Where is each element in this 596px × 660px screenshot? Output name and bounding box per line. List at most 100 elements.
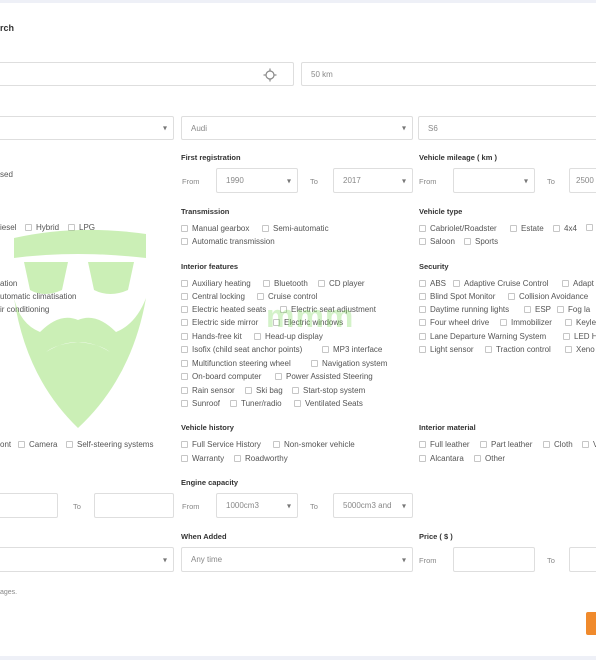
- security-option[interactable]: Immobilizer: [500, 318, 552, 327]
- checkbox[interactable]: [181, 346, 188, 353]
- interior-feature-option[interactable]: Tuner/radio: [230, 399, 282, 408]
- security-option[interactable]: Light sensor: [419, 345, 474, 354]
- checkbox[interactable]: [292, 387, 299, 394]
- vehicle-history-option[interactable]: Full Service History: [181, 440, 261, 449]
- checkbox[interactable]: [280, 306, 287, 313]
- checkbox[interactable]: [419, 346, 426, 353]
- checkbox[interactable]: [273, 441, 280, 448]
- security-option[interactable]: Keyle: [565, 318, 596, 327]
- checkbox[interactable]: [419, 280, 426, 287]
- security-option[interactable]: ESP: [524, 305, 551, 314]
- checkbox[interactable]: [68, 224, 75, 231]
- security-option[interactable]: LED H: [563, 332, 596, 341]
- interior-material-option[interactable]: V: [582, 440, 596, 449]
- search-button[interactable]: [586, 612, 596, 635]
- interior-material-option[interactable]: Other: [474, 454, 505, 463]
- checkbox[interactable]: [565, 319, 572, 326]
- checkbox[interactable]: [419, 455, 426, 462]
- checkbox[interactable]: [419, 238, 426, 245]
- checkbox[interactable]: [254, 333, 261, 340]
- checkbox[interactable]: [553, 225, 560, 232]
- checkbox[interactable]: [25, 224, 32, 231]
- checkbox[interactable]: [273, 319, 280, 326]
- checkbox[interactable]: [322, 346, 329, 353]
- checkbox[interactable]: [419, 441, 426, 448]
- checkbox[interactable]: [586, 224, 593, 231]
- first-registration-to-select[interactable]: 2017: [333, 168, 413, 193]
- checkbox[interactable]: [234, 455, 241, 462]
- interior-feature-option[interactable]: Multifunction steering wheel: [181, 359, 291, 368]
- checkbox[interactable]: [419, 333, 426, 340]
- security-option[interactable]: Adapt: [562, 279, 594, 288]
- checkbox[interactable]: [464, 238, 471, 245]
- checkbox[interactable]: [181, 387, 188, 394]
- interior-material-option[interactable]: Alcantara: [419, 454, 464, 463]
- engine-capacity-to-select[interactable]: 5000cm3 and: [333, 493, 413, 518]
- interior-feature-option[interactable]: Sunroof: [181, 399, 220, 408]
- checkbox[interactable]: [419, 306, 426, 313]
- security-option[interactable]: Xeno: [565, 345, 595, 354]
- checkbox[interactable]: [524, 306, 531, 313]
- vehicle-history-option[interactable]: Warranty: [181, 454, 224, 463]
- checkbox[interactable]: [311, 360, 318, 367]
- first-registration-from-select[interactable]: 1990: [216, 168, 298, 193]
- interior-feature-option[interactable]: Ski bag: [245, 386, 283, 395]
- interior-feature-option[interactable]: Rain sensor: [181, 386, 235, 395]
- checkbox[interactable]: [181, 293, 188, 300]
- interior-feature-option[interactable]: CD player: [318, 279, 365, 288]
- checkbox[interactable]: [181, 373, 188, 380]
- fuel-option[interactable]: Hybrid: [25, 223, 59, 232]
- vehicle-type-option[interactable]: 4x4: [553, 224, 577, 233]
- mileage-to-select[interactable]: 2500: [569, 168, 596, 193]
- parking-option[interactable]: Camera: [18, 440, 57, 449]
- interior-material-option[interactable]: Full leather: [419, 440, 470, 449]
- vehicle-type-option-partial[interactable]: [586, 224, 593, 231]
- checkbox[interactable]: [318, 280, 325, 287]
- security-option[interactable]: Fog la: [557, 305, 590, 314]
- interior-feature-option[interactable]: Isofix (child seat anchor points): [181, 345, 302, 354]
- engine-capacity-from-select[interactable]: 1000cm3: [216, 493, 298, 518]
- checkbox[interactable]: [508, 293, 515, 300]
- condition-option[interactable]: sed: [0, 170, 13, 179]
- security-option[interactable]: ABS: [419, 279, 446, 288]
- model-select[interactable]: S6: [418, 116, 596, 140]
- checkbox[interactable]: [543, 441, 550, 448]
- fuel-option[interactable]: iesel: [0, 223, 16, 232]
- checkbox[interactable]: [18, 441, 25, 448]
- vehicle-history-option[interactable]: Roadworthy: [234, 454, 288, 463]
- transmission-option[interactable]: Manual gearbox: [181, 224, 249, 233]
- checkbox[interactable]: [419, 225, 426, 232]
- security-option[interactable]: Traction control: [485, 345, 551, 354]
- security-option[interactable]: Four wheel drive: [419, 318, 489, 327]
- parking-option[interactable]: Self-steering systems: [66, 440, 153, 449]
- vehicle-type-option[interactable]: Sports: [464, 237, 498, 246]
- checkbox[interactable]: [181, 225, 188, 232]
- security-option[interactable]: Daytime running lights: [419, 305, 509, 314]
- interior-feature-option[interactable]: Central locking: [181, 292, 245, 301]
- interior-feature-option[interactable]: Navigation system: [311, 359, 387, 368]
- left-range-to-input[interactable]: [94, 493, 174, 518]
- checkbox[interactable]: [419, 293, 426, 300]
- interior-feature-option[interactable]: Auxiliary heating: [181, 279, 251, 288]
- interior-material-option[interactable]: Part leather: [480, 440, 532, 449]
- checkbox[interactable]: [181, 333, 188, 340]
- left-bottom-select[interactable]: [0, 547, 174, 572]
- checkbox[interactable]: [181, 455, 188, 462]
- checkbox[interactable]: [557, 306, 564, 313]
- checkbox[interactable]: [563, 333, 570, 340]
- interior-feature-option[interactable]: Electric heated seats: [181, 305, 266, 314]
- checkbox[interactable]: [245, 387, 252, 394]
- interior-feature-option[interactable]: MP3 interface: [322, 345, 382, 354]
- checkbox[interactable]: [181, 400, 188, 407]
- checkbox[interactable]: [181, 306, 188, 313]
- interior-material-option[interactable]: Cloth: [543, 440, 573, 449]
- checkbox[interactable]: [181, 441, 188, 448]
- checkbox[interactable]: [480, 441, 487, 448]
- security-option[interactable]: Adaptive Cruise Control: [453, 279, 548, 288]
- interior-feature-option[interactable]: Hands-free kit: [181, 332, 242, 341]
- interior-feature-option[interactable]: Bluetooth: [263, 279, 308, 288]
- body-select[interactable]: [0, 116, 174, 140]
- checkbox[interactable]: [263, 280, 270, 287]
- checkbox[interactable]: [565, 346, 572, 353]
- checkbox[interactable]: [510, 225, 517, 232]
